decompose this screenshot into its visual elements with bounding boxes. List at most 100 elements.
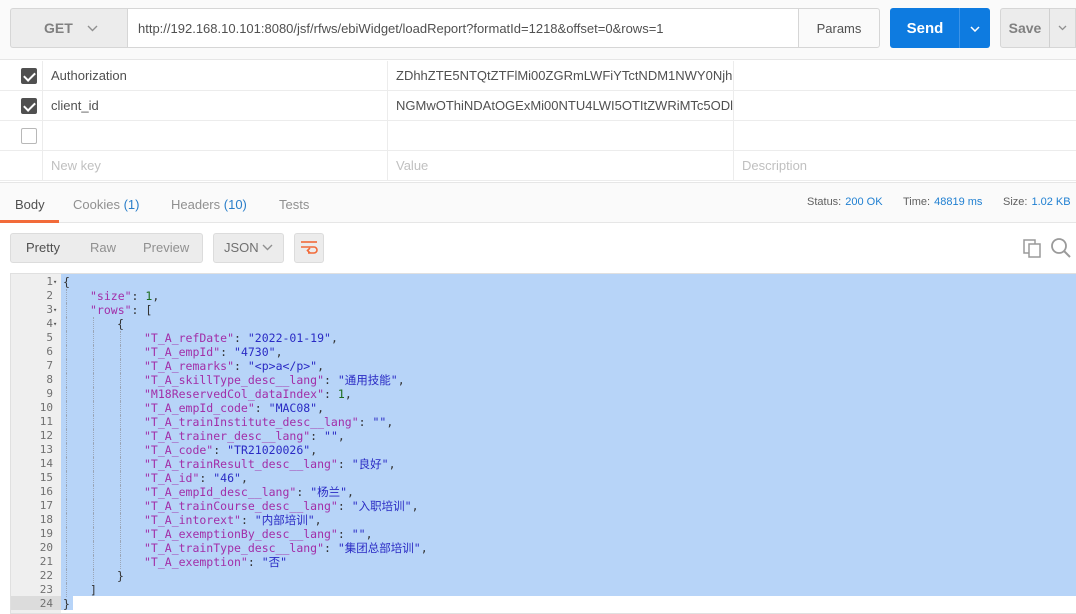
checkbox-icon[interactable] <box>21 98 37 114</box>
send-button[interactable]: Send <box>890 8 960 48</box>
indent-guide <box>66 303 67 317</box>
header-key[interactable] <box>42 121 388 151</box>
code-token: : [ <box>131 303 153 317</box>
checkbox-icon[interactable] <box>21 128 37 144</box>
indent-guide <box>93 513 94 527</box>
response-tabs: Body Cookies (1) Headers (10) Tests Stat… <box>0 182 1076 223</box>
header-key[interactable]: client_id <box>42 91 388 121</box>
indent-guide <box>120 331 121 345</box>
indent-guide <box>120 415 121 429</box>
response-body-editor[interactable]: 1 ▾{2 "size": 1, 3 ▾ "rows": [4 ▾{5 "T_A_refDat… <box>10 273 1076 614</box>
indent-guide <box>66 527 67 541</box>
indent-guide <box>93 401 94 415</box>
line-number: 3 <box>46 303 53 316</box>
code-text: "T_A_skillType_desc__lang": "通用技能", <box>144 373 405 387</box>
header-key[interactable]: Authorization <box>42 61 388 91</box>
code-token: { <box>63 275 70 289</box>
code-token: : <box>213 443 228 457</box>
code-token: , <box>275 345 283 359</box>
format-label: JSON <box>224 240 259 255</box>
indent-guide <box>120 513 121 527</box>
copy-icon[interactable] <box>1022 238 1042 258</box>
params-button[interactable]: Params <box>798 8 880 48</box>
send-dropdown-button[interactable] <box>959 8 990 48</box>
code-text: "T_A_trainer_desc__lang": "", <box>144 429 345 443</box>
view-preview-button[interactable]: Preview <box>143 234 189 262</box>
indent-guide <box>93 317 94 331</box>
wrap-lines-button[interactable] <box>294 233 324 263</box>
code-line: 16 "T_A_empId_desc__lang": "杨兰", <box>11 485 1071 499</box>
header-description[interactable] <box>734 61 1076 91</box>
view-pretty-button[interactable]: Pretty <box>26 234 60 262</box>
fold-arrow-icon[interactable]: ▾ <box>53 317 61 331</box>
header-description[interactable] <box>734 91 1076 121</box>
line-number: 10 <box>39 401 53 414</box>
indent-guide <box>120 555 121 569</box>
header-value[interactable]: ZDhhZTE5NTQtZTFlMi00ZGRmLWFiYTctNDM1NWY0… <box>388 61 734 91</box>
status-value: 200 OK <box>845 196 883 208</box>
new-value-input[interactable]: Value <box>388 151 734 181</box>
line-number: 9 <box>46 387 53 400</box>
indent-guide <box>66 359 67 373</box>
wrap-lines-icon <box>300 240 318 257</box>
code-token: "T_A_exemption" <box>144 555 248 569</box>
code-token: , <box>397 373 405 387</box>
method-select[interactable]: GET <box>10 8 127 48</box>
code-token: : <box>234 359 248 373</box>
checkbox-icon[interactable] <box>21 68 37 84</box>
indent-guide <box>66 401 67 415</box>
tab-body[interactable]: Body <box>0 183 59 223</box>
code-line: 11 "T_A_trainInstitute_desc__lang": "", <box>11 415 1071 429</box>
fold-arrow-icon[interactable]: ▾ <box>53 275 61 289</box>
code-token: "T_A_empId" <box>144 345 221 359</box>
header-value[interactable] <box>388 121 734 151</box>
code-text: "T_A_exemptionBy_desc__lang": "", <box>144 527 373 541</box>
new-description-input[interactable]: Description <box>734 151 1076 181</box>
url-input[interactable]: http://192.168.10.101:8080/jsf/rfws/ebiW… <box>127 8 799 48</box>
tab-cookies[interactable]: Cookies (1) <box>73 183 139 223</box>
code-text: "size": 1, <box>90 289 159 303</box>
tab-headers[interactable]: Headers (10) <box>171 183 247 223</box>
line-number: 11 <box>39 415 53 428</box>
search-icon[interactable] <box>1050 237 1072 259</box>
new-key-input[interactable]: New key <box>42 151 388 181</box>
tab-cookies-count: (1) <box>123 197 140 212</box>
line-number: 19 <box>39 527 53 540</box>
method-label: GET <box>44 20 73 36</box>
code-token: : <box>337 457 352 471</box>
tab-tests[interactable]: Tests <box>279 183 309 223</box>
code-token: : <box>247 555 262 569</box>
fold-arrow-icon[interactable]: ▾ <box>53 303 61 317</box>
code-line: 5 "T_A_refDate": "2022-01-19", <box>11 331 1071 345</box>
line-number: 7 <box>46 359 53 372</box>
view-raw-button[interactable]: Raw <box>90 234 116 262</box>
code-line: 10 "T_A_empId_code": "MAC08", <box>11 401 1071 415</box>
code-token: , <box>317 401 325 415</box>
code-text: "T_A_empId_code": "MAC08", <box>144 401 324 415</box>
header-description[interactable] <box>734 121 1076 151</box>
save-dropdown-button[interactable] <box>1049 8 1076 48</box>
header-value[interactable]: NGMwOThiNDAtOGExMi00NTU4LWI5OTItZWRiMTc5… <box>388 91 734 121</box>
indent-guide <box>66 387 67 401</box>
format-select[interactable]: JSON <box>213 233 284 263</box>
code-token: : <box>199 471 214 485</box>
chevron-down-icon <box>87 21 98 35</box>
code-text: "T_A_trainCourse_desc__lang": "入职培训", <box>144 499 419 513</box>
indent-guide <box>93 359 94 373</box>
code-text: ] <box>90 583 97 597</box>
header-row: Authorization ZDhhZTE5NTQtZTFlMi00ZGRmLW… <box>0 61 1076 91</box>
code-token: "T_A_trainer_desc__lang" <box>144 429 311 443</box>
size-label: Size: <box>1003 196 1028 208</box>
code-token: : <box>234 331 248 345</box>
code-line: 23] <box>11 583 1071 597</box>
code-token: "size" <box>90 289 132 303</box>
code-token: "T_A_id" <box>144 471 200 485</box>
size-value: 1.02 KB <box>1031 196 1071 208</box>
save-button[interactable]: Save <box>1000 8 1050 48</box>
code-token: : <box>296 485 311 499</box>
indent-guide <box>66 569 67 583</box>
code-line: 7 "T_A_remarks": "<p>a</p>", <box>11 359 1071 373</box>
code-token: "集团总部培训" <box>337 541 421 555</box>
indent-guide <box>66 289 67 303</box>
code-line: 21 "T_A_exemption": "否" <box>11 555 1071 569</box>
